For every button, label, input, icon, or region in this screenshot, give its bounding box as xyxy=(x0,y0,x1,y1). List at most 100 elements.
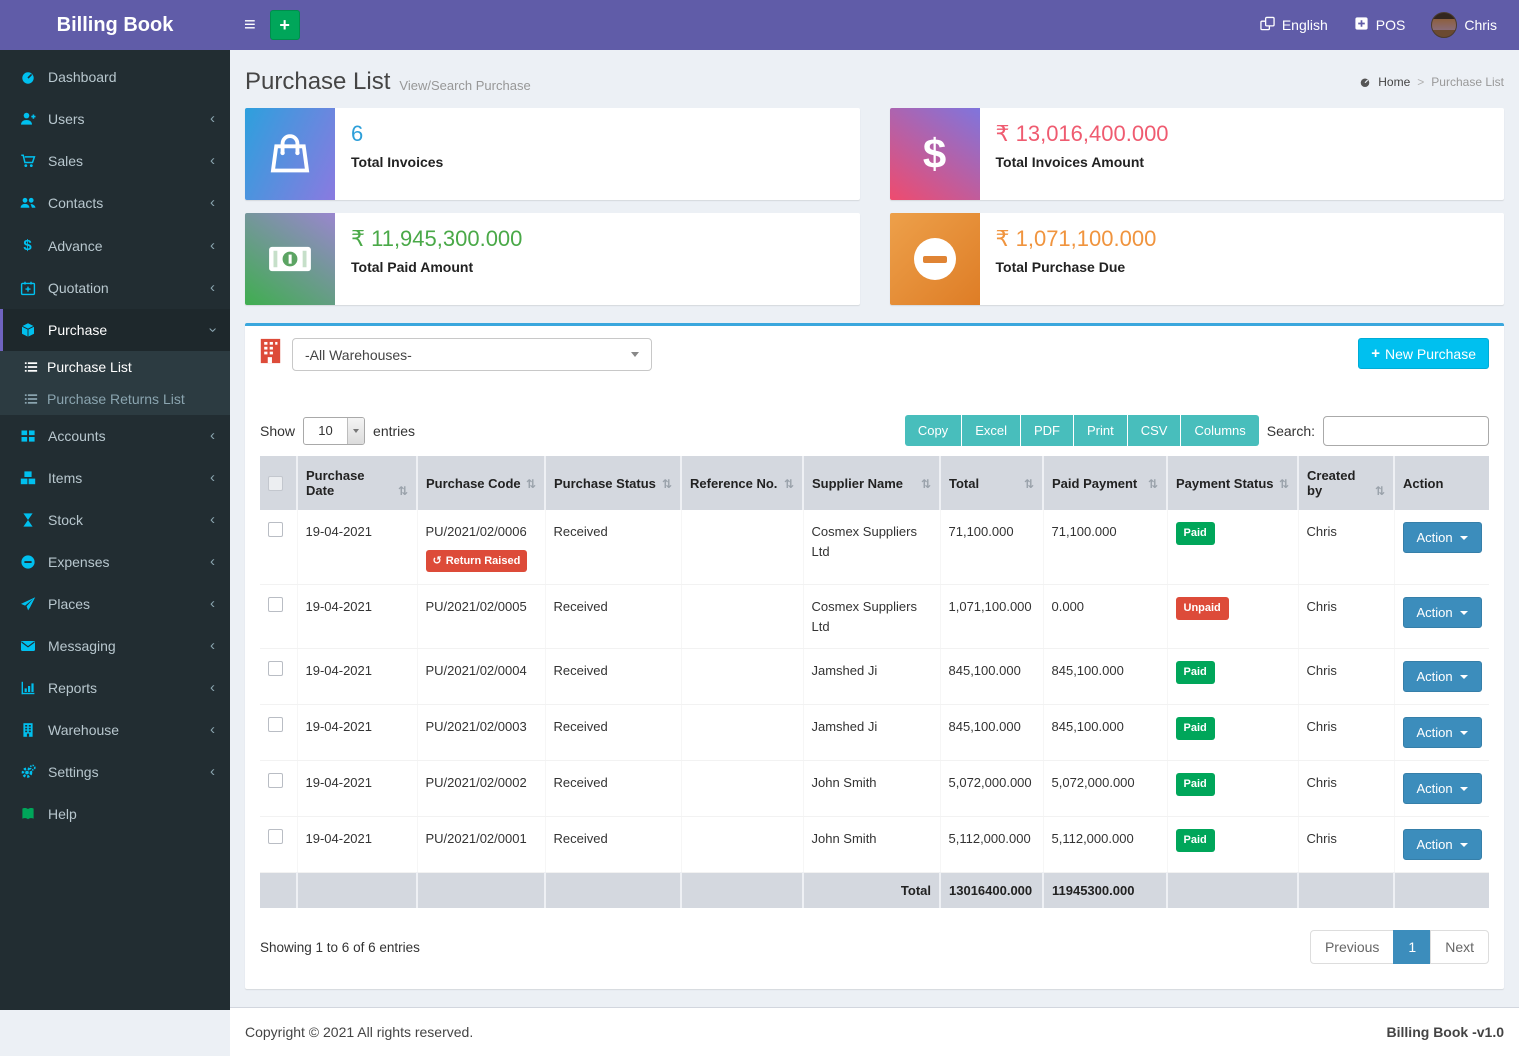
sort-icon[interactable]: ⇅ xyxy=(662,477,672,491)
previous-page-button[interactable]: Previous xyxy=(1310,930,1394,964)
cell-paid: 845,100.000 xyxy=(1043,705,1167,761)
csv-button[interactable]: CSV xyxy=(1128,415,1182,446)
cell-created-by: Chris xyxy=(1298,649,1394,705)
cell-paid: 5,112,000.000 xyxy=(1043,817,1167,873)
next-page-button[interactable]: Next xyxy=(1430,930,1489,964)
row-checkbox[interactable] xyxy=(268,661,283,676)
sidebar-item-settings[interactable]: Settings‹ xyxy=(0,751,230,793)
search-input[interactable] xyxy=(1323,416,1489,446)
sidebar-item-warehouse[interactable]: Warehouse‹ xyxy=(0,709,230,751)
building-icon xyxy=(18,722,37,738)
purchase-table: Purchase Date⇅ Purchase Code⇅ Purchase S… xyxy=(260,456,1489,908)
sidebar-item-quotation[interactable]: Quotation‹ xyxy=(0,267,230,309)
cart-icon xyxy=(18,153,37,169)
users-icon xyxy=(18,195,37,211)
cell-date: 19-04-2021 xyxy=(297,510,417,585)
action-dropdown[interactable]: Action xyxy=(1403,829,1482,860)
columns-button[interactable]: Columns xyxy=(1181,415,1258,446)
chevron-down-icon xyxy=(631,352,639,357)
print-button[interactable]: Print xyxy=(1074,415,1128,446)
sort-icon[interactable]: ⇅ xyxy=(1279,477,1289,491)
row-checkbox[interactable] xyxy=(268,717,283,732)
sort-icon[interactable]: ⇅ xyxy=(1024,477,1034,491)
card-total-invoices-amount: $ ₹ 13,016,400.000 Total Invoices Amount xyxy=(890,108,1505,200)
total-paid-amount-value: ₹ 11,945,300.000 xyxy=(351,226,522,252)
footer-total-value: 13016400.000 xyxy=(940,873,1043,909)
cell-reference xyxy=(681,817,803,873)
action-dropdown[interactable]: Action xyxy=(1403,717,1482,748)
app-brand[interactable]: Billing Book xyxy=(0,0,230,50)
sidebar-item-help[interactable]: Help xyxy=(0,793,230,835)
sort-icon[interactable]: ⇅ xyxy=(784,477,794,491)
tachometer-icon xyxy=(18,69,37,85)
sidebar-item-dashboard[interactable]: Dashboard xyxy=(0,56,230,98)
cell-code: PU/2021/02/0002 xyxy=(417,761,545,817)
paper-plane-icon xyxy=(18,596,37,612)
sidebar-item-purchase-list[interactable]: Purchase List xyxy=(0,351,230,383)
cell-total: 5,112,000.000 xyxy=(940,817,1043,873)
table-header-row: Purchase Date⇅ Purchase Code⇅ Purchase S… xyxy=(260,456,1489,510)
action-dropdown[interactable]: Action xyxy=(1403,773,1482,804)
cell-total: 845,100.000 xyxy=(940,705,1043,761)
language-label: English xyxy=(1282,17,1328,33)
stat-cards: 6 Total Invoices $ ₹ 13,016,400.000 Tota… xyxy=(245,108,1504,305)
select-all-checkbox[interactable] xyxy=(268,476,283,491)
cell-payment-status: Unpaid xyxy=(1167,585,1298,649)
chevron-down-icon xyxy=(347,418,364,444)
pdf-button[interactable]: PDF xyxy=(1021,415,1074,446)
breadcrumb-home[interactable]: Home xyxy=(1378,75,1410,89)
sidebar-item-accounts[interactable]: Accounts‹ xyxy=(0,415,230,457)
sort-icon[interactable]: ⇅ xyxy=(921,477,931,491)
pagination: Previous 1 Next xyxy=(1310,930,1489,964)
row-checkbox[interactable] xyxy=(268,829,283,844)
cell-status: Received xyxy=(545,817,681,873)
sidebar-item-stock[interactable]: Stock‹ xyxy=(0,499,230,541)
sidebar-item-places[interactable]: Places‹ xyxy=(0,583,230,625)
cell-created-by: Chris xyxy=(1298,761,1394,817)
sort-icon[interactable]: ⇅ xyxy=(526,477,536,491)
sidebar-item-contacts[interactable]: Contacts‹ xyxy=(0,182,230,224)
pos-label: POS xyxy=(1376,17,1406,33)
cell-code: PU/2021/02/0005 xyxy=(417,585,545,649)
sidebar-item-users[interactable]: Users‹ xyxy=(0,98,230,140)
warehouse-select[interactable]: -All Warehouses- xyxy=(292,338,652,371)
sidebar-item-advance[interactable]: $ Advance‹ xyxy=(0,224,230,267)
sort-icon[interactable]: ⇅ xyxy=(398,484,408,498)
sidebar-item-messaging[interactable]: Messaging‹ xyxy=(0,625,230,667)
table-footer-row: Total 13016400.000 11945300.000 xyxy=(260,873,1489,909)
list-icon xyxy=(24,392,38,406)
cell-paid: 845,100.000 xyxy=(1043,649,1167,705)
page-size-select[interactable]: 10 xyxy=(303,417,365,445)
action-dropdown[interactable]: Action xyxy=(1403,597,1482,628)
cell-paid: 5,072,000.000 xyxy=(1043,761,1167,817)
cell-created-by: Chris xyxy=(1298,817,1394,873)
sidebar-item-expenses[interactable]: Expenses‹ xyxy=(0,541,230,583)
action-dropdown[interactable]: Action xyxy=(1403,661,1482,692)
card-total-paid-amount: ₹ 11,945,300.000 Total Paid Amount xyxy=(245,213,860,305)
envelope-icon xyxy=(18,638,37,654)
page-1-button[interactable]: 1 xyxy=(1393,930,1431,964)
excel-button[interactable]: Excel xyxy=(962,415,1021,446)
sidebar-item-reports[interactable]: Reports‹ xyxy=(0,667,230,709)
cell-total: 5,072,000.000 xyxy=(940,761,1043,817)
page-footer: Copyright © 2021 All rights reserved. Bi… xyxy=(230,1007,1519,1056)
row-checkbox[interactable] xyxy=(268,522,283,537)
sort-icon[interactable]: ⇅ xyxy=(1148,477,1158,491)
sidebar-item-items[interactable]: Items‹ xyxy=(0,457,230,499)
copy-button[interactable]: Copy xyxy=(905,415,962,446)
language-menu[interactable]: English xyxy=(1260,16,1328,34)
pos-button[interactable]: POS xyxy=(1354,16,1406,34)
row-checkbox[interactable] xyxy=(268,597,283,612)
user-menu[interactable]: Chris xyxy=(1431,12,1497,38)
card-total-invoices: 6 Total Invoices xyxy=(245,108,860,200)
row-checkbox[interactable] xyxy=(268,773,283,788)
quick-add-button[interactable]: + xyxy=(270,10,300,40)
sort-icon[interactable]: ⇅ xyxy=(1375,484,1385,498)
sidebar-item-purchase[interactable]: Purchase‹ xyxy=(0,309,230,351)
new-purchase-button[interactable]: + New Purchase xyxy=(1358,338,1489,369)
action-dropdown[interactable]: Action xyxy=(1403,522,1482,553)
sidebar-item-purchase-returns-list[interactable]: Purchase Returns List xyxy=(0,383,230,415)
sidebar-toggle-icon[interactable]: ≡ xyxy=(230,14,270,37)
plus-square-icon xyxy=(1354,16,1369,34)
sidebar-item-sales[interactable]: Sales‹ xyxy=(0,140,230,182)
